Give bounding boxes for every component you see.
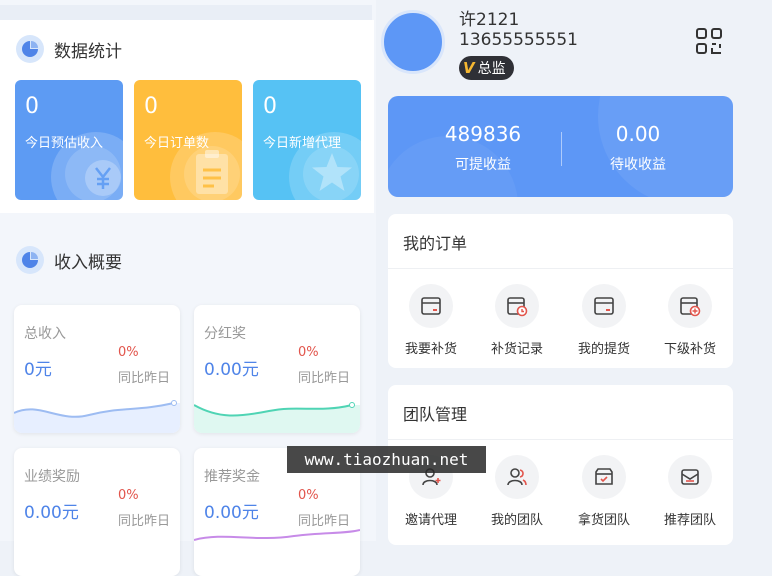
badge-v-icon: V [463,59,475,77]
order-item-label: 补货记录 [490,342,543,357]
stat-value: 0 [263,94,277,119]
team-item-referral-team[interactable]: 推荐团队 [650,455,730,528]
order-item-replenish[interactable]: 我要补货 [391,284,471,357]
withdrawable-value: 489836 [444,122,522,146]
order-item-label: 下级补货 [663,342,716,357]
order-item-label: 我要补货 [404,342,457,357]
earnings-card: 489836 可提收益 0.00 待收收益 [388,96,733,197]
income-card-dividend[interactable]: 分红奖 0.00元 0% 同比昨日 [194,305,360,433]
stat-value: 0 [144,94,158,119]
clipboard-icon [196,150,228,194]
income-title: 总收入 [24,326,66,342]
wave-chart [14,400,180,433]
income-section-header: 收入概要 [16,246,122,274]
wave-chart [194,529,360,541]
income-value: 0.00元 [204,503,259,523]
order-item-sub-replenish[interactable]: 下级补货 [650,284,730,357]
income-card-performance[interactable]: 业绩奖励 0.00元 0% 同比昨日 [14,448,180,576]
referral-team-icon [681,469,699,485]
income-section-title: 收入概要 [54,252,122,273]
top-strip [0,5,372,20]
user-phone: 13655555551 [459,30,578,50]
income-value: 0元 [24,360,52,380]
income-value: 0.00元 [204,360,259,380]
stat-label: 今日预估收入 [25,136,104,151]
orders-title: 我的订单 [403,234,468,253]
yuan-icon [85,160,121,196]
stat-card-today-income[interactable]: 0 今日预估收入 [15,80,123,200]
earnings-divider [561,132,562,166]
sub-replenish-icon [680,297,701,317]
income-compare: 同比昨日 [298,514,351,529]
star-icon [312,153,352,191]
level-badge: V 总监 [459,56,514,80]
pending-value: 0.00 [615,122,661,146]
user-name: 许2121 [459,10,520,30]
team-item-label: 推荐团队 [663,513,716,528]
stat-card-today-orders[interactable]: 0 今日订单数 [134,80,242,200]
stats-section-title: 数据统计 [54,41,122,62]
income-card-total[interactable]: 总收入 0元 0% 同比昨日 [14,305,180,433]
qr-scan-icon[interactable] [695,27,723,55]
stat-value: 0 [25,94,39,119]
team-item-label: 邀请代理 [404,513,457,528]
badge-label: 总监 [477,61,506,77]
order-item-pickup[interactable]: 我的提货 [564,284,644,357]
team-item-label: 拿货团队 [577,513,630,528]
stat-card-today-new-agents[interactable]: 0 今日新增代理 [253,80,361,200]
team-title: 团队管理 [403,405,468,424]
orders-panel: 我的订单 我要补货 补货记录 我的提货 下级补货 [388,214,733,368]
income-title: 业绩奖励 [24,469,80,485]
income-compare: 同比昨日 [118,371,171,386]
pie-chart-icon [16,246,44,274]
income-value: 0.00元 [24,503,79,523]
wave-chart [194,402,360,433]
avatar[interactable] [381,10,445,74]
team-item-label: 我的团队 [490,513,543,528]
income-percent: 0% [298,345,319,360]
replenish-record-icon [507,297,528,317]
stat-label: 今日新增代理 [263,136,342,151]
order-item-label: 我的提货 [577,342,630,357]
income-percent: 0% [298,488,319,503]
pending-label: 待收收益 [610,157,666,173]
income-percent: 0% [118,345,139,360]
replenish-icon [421,297,441,315]
my-team-icon [507,468,527,486]
income-compare: 同比昨日 [298,371,351,386]
withdrawable-label: 可提收益 [455,157,511,173]
team-item-my-team[interactable]: 我的团队 [477,455,557,528]
income-compare: 同比昨日 [118,514,171,529]
pie-chart-icon [16,35,44,63]
stats-section-header: 数据统计 [16,35,122,63]
income-title: 分红奖 [204,326,246,342]
purchase-team-icon [595,468,613,485]
order-item-replenish-record[interactable]: 补货记录 [477,284,557,357]
team-item-purchase-team[interactable]: 拿货团队 [564,455,644,528]
watermark: www.tiaozhuan.net [287,446,486,473]
income-title: 推荐奖金 [204,469,260,485]
pickup-icon [594,297,614,315]
income-percent: 0% [118,488,139,503]
